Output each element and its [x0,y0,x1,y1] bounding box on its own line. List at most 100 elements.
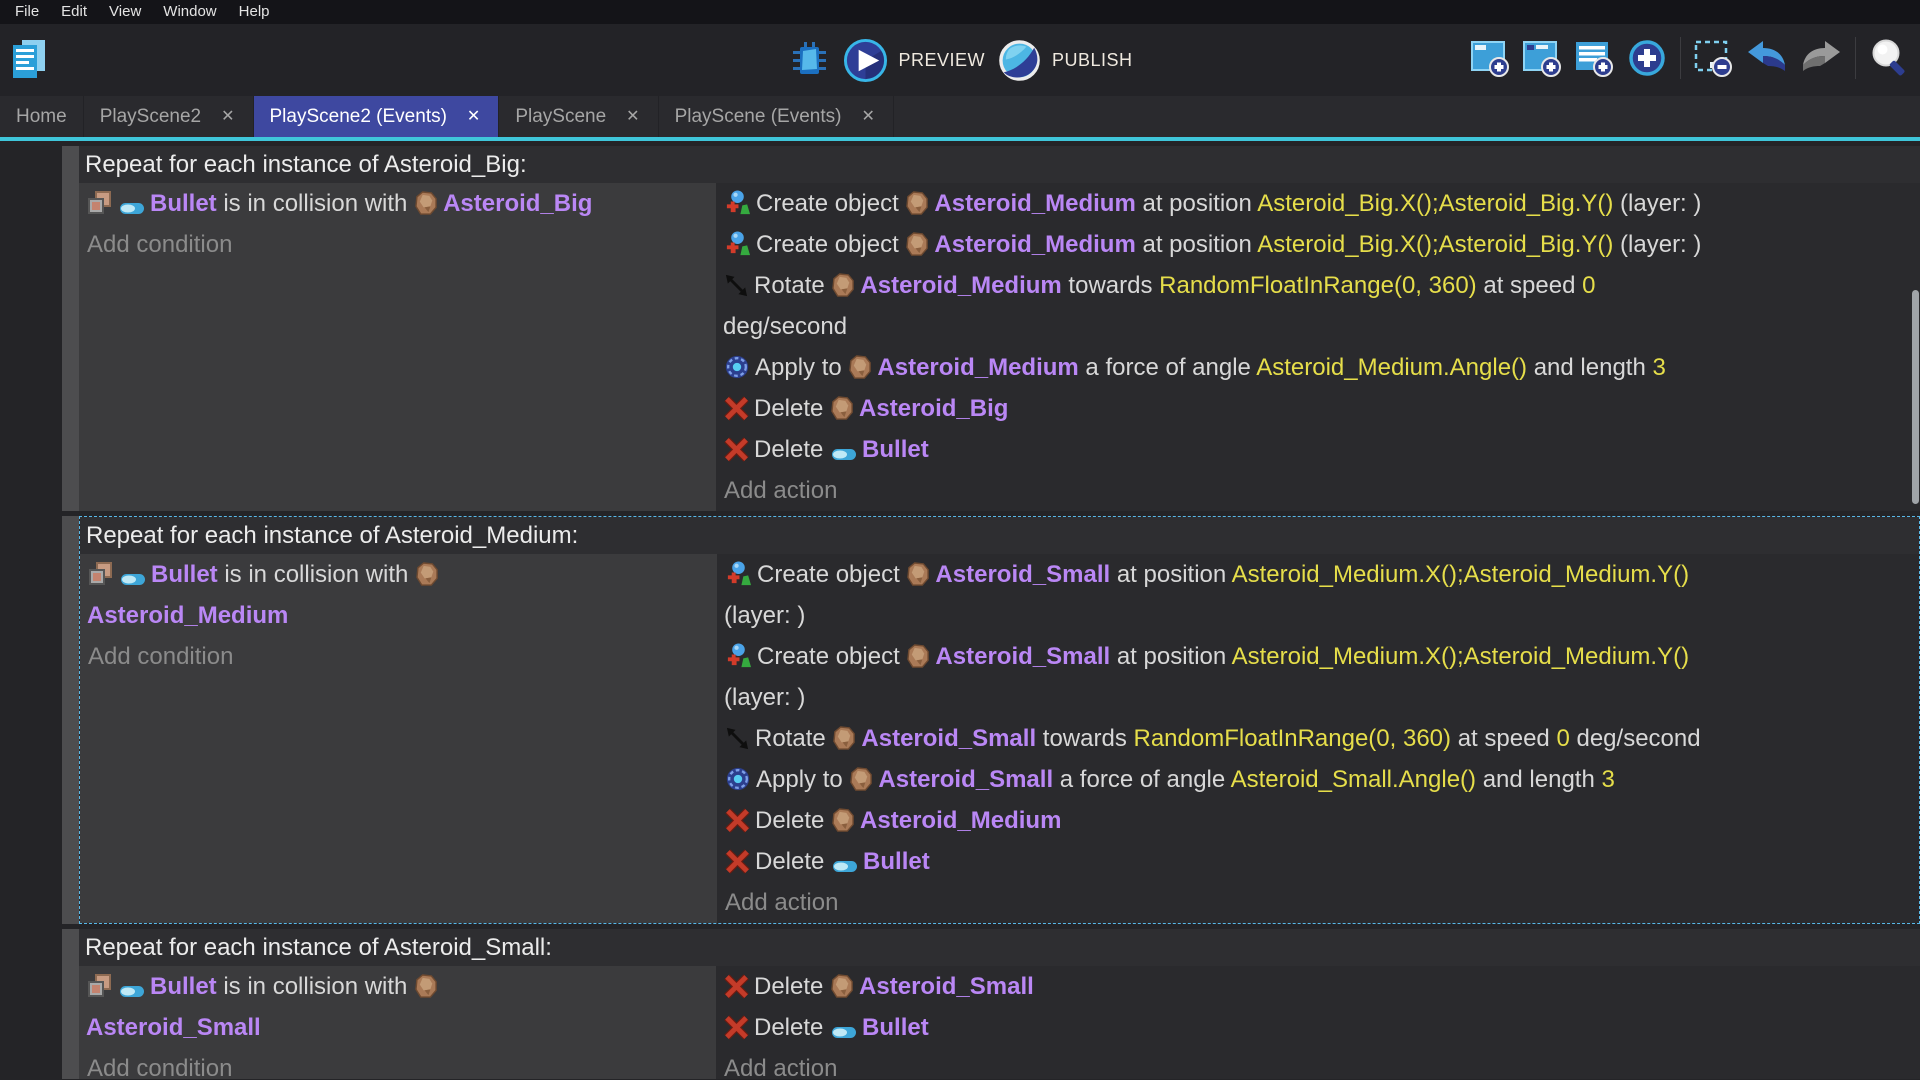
action-row[interactable]: Delete Asteroid_Medium [717,800,1919,841]
expression-value: Asteroid_Big.X();Asteroid_Big.Y() [1257,190,1613,217]
action-row[interactable]: Delete Asteroid_Big [716,388,1920,429]
add-condition-button[interactable]: Add condition [79,224,716,265]
add-subevent-button[interactable] [1522,37,1564,79]
actions-column: Create object Asteroid_Small at position… [717,554,1919,923]
event-header[interactable]: Repeat for each instance of Asteroid_Med… [80,517,1919,554]
tab-label: PlayScene2 (Events) [270,106,447,128]
undo-button[interactable] [1745,38,1789,78]
menu-item-file[interactable]: File [4,0,50,24]
condition-row[interactable]: Bullet is in collision with Asteroid_Med… [80,554,717,636]
action-row[interactable]: Delete Bullet [716,429,1920,470]
condition-line: Asteroid_Small [79,1007,716,1048]
action-row[interactable]: Rotate Asteroid_Medium towards RandomFlo… [716,265,1920,347]
action-row[interactable]: Delete Asteroid_Small [716,966,1920,1007]
tab-close-icon[interactable]: ✕ [624,107,641,127]
event-drag-handle[interactable] [62,929,79,1079]
instruction-text: is in collision with [217,190,414,217]
menu-item-view[interactable]: View [98,0,152,24]
menu-item-window[interactable]: Window [152,0,227,24]
add-action-button[interactable]: Add action [716,1048,1920,1079]
event-header[interactable]: Repeat for each instance of Asteroid_Sma… [79,929,1920,966]
action-row[interactable]: Create object Asteroid_Small at position… [717,554,1919,636]
publish-button[interactable]: PUBLISH [997,38,1133,83]
remove-selection-button[interactable] [1693,37,1735,79]
instruction-text: Rotate [755,725,832,752]
add-event-icon [1470,66,1512,83]
tab-playscene2[interactable]: PlayScene2✕ [84,96,254,137]
tab-playscene-events[interactable]: PlayScene (Events) ✕ [659,96,894,137]
menu-item-help[interactable]: Help [228,0,281,24]
add-condition-button[interactable]: Add condition [80,636,717,677]
event-block-repeat-for-each-instance-of-asteroid-big: Repeat for each instance of Asteroid_Big… [62,146,1920,511]
debug-button[interactable] [787,40,831,80]
delete-object-icon [724,1015,749,1040]
tab-close-icon[interactable]: ✕ [465,107,482,127]
tab-playscene2-events[interactable]: PlayScene2 (Events) ✕ [254,96,500,137]
object-name: Asteroid_Medium [934,231,1135,258]
action-row[interactable]: Apply to Asteroid_Medium a force of angl… [716,347,1920,388]
expression-value: Asteroid_Medium.X();Asteroid_Medium.Y() [1232,643,1690,670]
publish-globe-icon [997,38,1042,83]
event-drag-handle[interactable] [62,516,79,924]
collision-condition-icon [87,973,113,999]
preview-button[interactable]: PREVIEW [843,38,985,83]
object-name: Asteroid_Small [878,766,1053,793]
tab-label: Home [16,106,67,128]
add-comment-button[interactable] [1574,37,1616,79]
instruction-text: Delete [755,807,831,834]
object-name: Asteroid_Small [861,725,1036,752]
bullet-object-icon [831,1025,857,1040]
add-event-button[interactable] [1470,37,1512,79]
toolbar-separator [1855,37,1856,79]
add-condition-button[interactable]: Add condition [79,1048,716,1079]
condition-row[interactable]: Bullet is in collision with Asteroid_Sma… [79,966,716,1048]
redo-icon [1799,65,1843,82]
action-row[interactable]: Create object Asteroid_Small at position… [717,636,1919,718]
object-name: Asteroid_Small [86,1014,261,1041]
action-row[interactable]: Delete Bullet [716,1007,1920,1048]
redo-button[interactable] [1799,38,1843,78]
event-header[interactable]: Repeat for each instance of Asteroid_Big… [79,146,1920,183]
tab-label: PlayScene (Events) [675,106,842,128]
project-manager-button[interactable] [10,38,48,80]
bullet-object-icon [119,984,145,999]
event-block-repeat-for-each-instance-of-asteroid-small: Repeat for each instance of Asteroid_Sma… [62,929,1920,1079]
tab-home[interactable]: Home [0,96,84,137]
instruction-text: Create object [757,643,906,670]
add-action-button[interactable]: Add action [716,470,1920,511]
event-drag-handle[interactable] [62,146,79,511]
action-line: (layer: ) [717,595,1919,636]
object-name: Bullet [862,436,929,463]
create-object-icon [725,642,752,669]
vertical-scrollbar-thumb[interactable] [1912,290,1919,504]
search-button[interactable] [1868,37,1910,79]
asteroid-object-icon [906,232,929,257]
toolbar-group [1693,37,1843,79]
object-name: Bullet [862,1014,929,1041]
object-name: Bullet [150,190,217,217]
instruction-text: and length [1476,766,1601,793]
action-row[interactable]: Rotate Asteroid_Small towards RandomFloa… [717,718,1919,759]
action-row[interactable]: Create object Asteroid_Medium at positio… [716,224,1920,265]
instruction-text: Delete [754,1014,830,1041]
add-action-button[interactable]: Add action [717,882,1919,923]
add-new-button[interactable] [1626,37,1668,79]
action-row[interactable]: Apply to Asteroid_Small a force of angle… [717,759,1919,800]
add-new-icon [1626,66,1668,83]
action-row[interactable]: Delete Bullet [717,841,1919,882]
object-name: Bullet [150,973,217,1000]
actions-column: Create object Asteroid_Medium at positio… [716,183,1920,511]
action-row[interactable]: Create object Asteroid_Medium at positio… [716,183,1920,224]
conditions-column: Bullet is in collision with Asteroid_Med… [80,554,717,923]
action-line: Create object Asteroid_Small at position… [717,554,1919,595]
tab-playscene[interactable]: PlayScene✕ [499,96,658,137]
tab-close-icon[interactable]: ✕ [859,107,876,127]
menu-item-edit[interactable]: Edit [50,0,98,24]
action-line: Delete Asteroid_Big [716,388,1920,429]
rotate-icon [724,273,749,298]
create-object-icon [724,230,751,257]
condition-row[interactable]: Bullet is in collision with Asteroid_Big [79,183,716,224]
bullet-object-icon [832,859,858,874]
tab-close-icon[interactable]: ✕ [219,107,236,127]
instruction-text: at position [1136,231,1257,258]
